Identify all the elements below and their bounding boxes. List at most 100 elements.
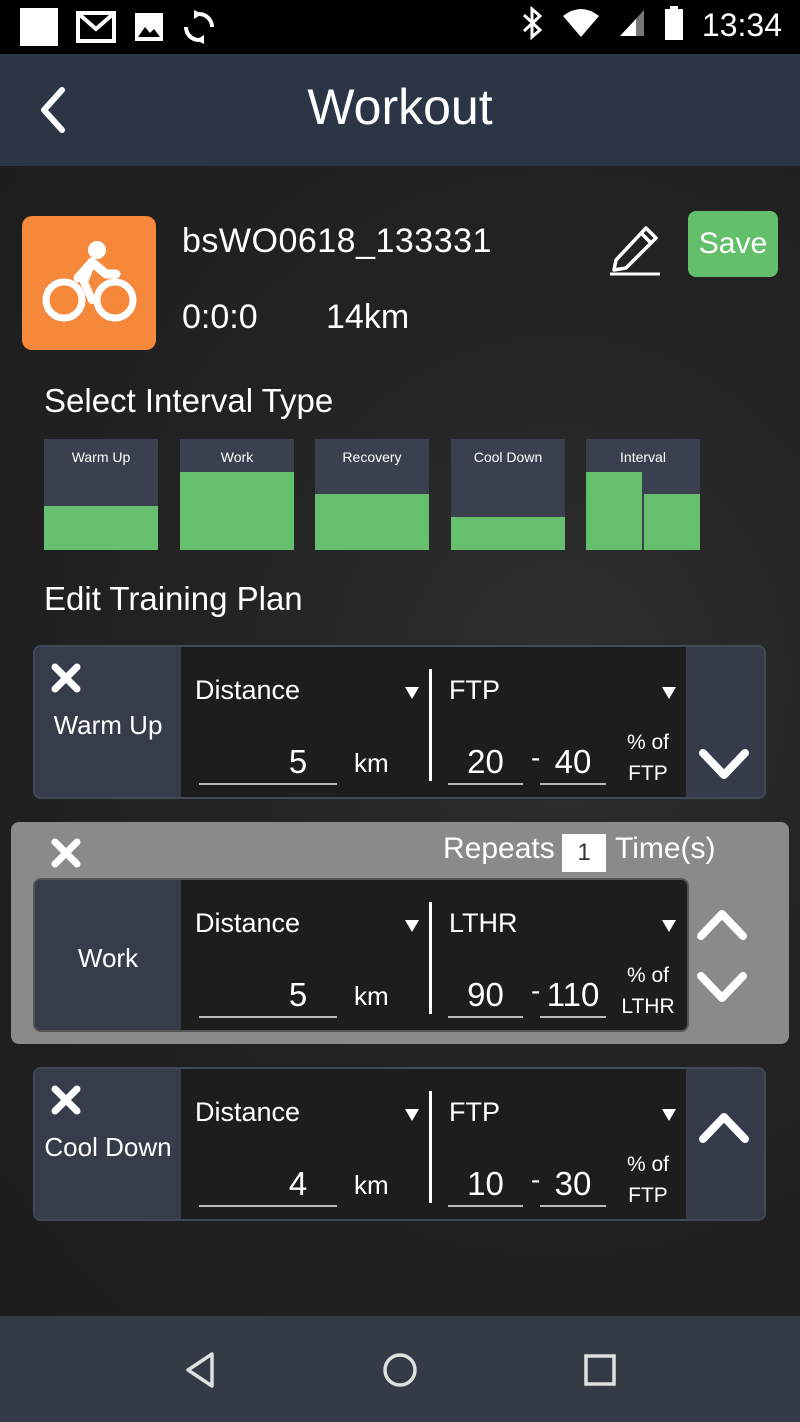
gmail-icon bbox=[76, 9, 116, 50]
tile-level-bar bbox=[180, 472, 294, 550]
range-dash: - bbox=[531, 975, 541, 1006]
percent-reference: LTHR bbox=[621, 995, 675, 1018]
distance-unit: km bbox=[354, 981, 389, 1011]
move-up-button[interactable] bbox=[695, 904, 749, 944]
move-down-button[interactable] bbox=[695, 968, 749, 1008]
bluetooth-icon bbox=[520, 5, 544, 45]
sport-type-button[interactable] bbox=[22, 216, 156, 350]
cycling-icon bbox=[42, 241, 137, 322]
repeats-count-input[interactable]: 1 bbox=[562, 834, 606, 872]
divider bbox=[429, 669, 432, 781]
tile-label: Interval bbox=[620, 449, 666, 465]
close-icon bbox=[51, 1085, 81, 1115]
target-high-input[interactable]: 110 bbox=[540, 976, 606, 1018]
interval-type-work[interactable]: Work bbox=[180, 439, 294, 550]
dropdown-arrow-icon[interactable] bbox=[662, 687, 676, 699]
tile-level-bar bbox=[644, 494, 700, 550]
close-icon bbox=[51, 838, 81, 868]
row-controls bbox=[686, 1069, 764, 1219]
target-high-input[interactable]: 30 bbox=[540, 1165, 606, 1207]
wifi-icon bbox=[562, 8, 600, 43]
remove-row-button[interactable] bbox=[49, 661, 83, 695]
edit-name-button[interactable] bbox=[606, 220, 664, 276]
percent-line: % of bbox=[626, 731, 670, 754]
dropdown-arrow-icon[interactable] bbox=[405, 1109, 419, 1121]
interval-type-cool-down[interactable]: Cool Down bbox=[451, 439, 565, 550]
distance-value-input[interactable]: 5 bbox=[199, 743, 337, 785]
pencil-icon bbox=[610, 226, 660, 276]
square-notification-icon bbox=[20, 8, 58, 51]
interval-type-title: Select Interval Type bbox=[44, 382, 334, 419]
tile-label: Warm Up bbox=[71, 449, 131, 465]
move-down-button[interactable] bbox=[697, 745, 751, 785]
metric-dropdown[interactable]: Distance bbox=[195, 908, 300, 939]
distance-value-input[interactable]: 4 bbox=[199, 1165, 337, 1207]
metric-dropdown[interactable]: Distance bbox=[195, 675, 300, 706]
tile-label: Recovery bbox=[342, 449, 402, 465]
dropdown-arrow-icon[interactable] bbox=[662, 920, 676, 932]
dropdown-arrow-icon[interactable] bbox=[405, 687, 419, 699]
chevron-down-icon bbox=[699, 749, 749, 779]
repeats-label: Repeats bbox=[443, 832, 555, 865]
tile-level-bar bbox=[44, 506, 158, 550]
distance-unit: km bbox=[354, 748, 389, 778]
target-low-input[interactable]: 10 bbox=[448, 1165, 523, 1207]
system-nav-bar bbox=[0, 1316, 800, 1422]
target-high-input[interactable]: 40 bbox=[540, 743, 606, 785]
dropdown-arrow-icon[interactable] bbox=[662, 1109, 676, 1121]
status-time: 13:34 bbox=[701, 7, 782, 43]
plan-row-fields: Distance LTHR 5 km 90 - 110 % of LTHR bbox=[181, 880, 686, 1030]
row-controls bbox=[686, 647, 764, 797]
dropdown-arrow-icon[interactable] bbox=[405, 920, 419, 932]
target-dropdown[interactable]: FTP bbox=[449, 1097, 500, 1128]
nav-recents-button[interactable] bbox=[580, 1350, 620, 1390]
distance-value-input[interactable]: 5 bbox=[199, 976, 337, 1018]
back-triangle-icon bbox=[186, 1352, 214, 1388]
target-dropdown[interactable]: LTHR bbox=[449, 908, 518, 939]
plan-row-header: Warm Up bbox=[35, 647, 181, 797]
app-bar: Workout bbox=[0, 54, 800, 166]
tile-level-bar bbox=[451, 517, 565, 550]
save-button[interactable]: Save bbox=[688, 211, 778, 277]
remove-repeat-button[interactable] bbox=[49, 836, 83, 870]
interval-type-recovery[interactable]: Recovery bbox=[315, 439, 429, 550]
workout-name: bsWO0618_133331 bbox=[182, 222, 492, 260]
interval-type-warm-up[interactable]: Warm Up bbox=[44, 439, 158, 550]
workout-duration: 0:0:0 bbox=[182, 298, 258, 336]
plan-row-cool-down: Cool Down Distance FTP 4 km 10 - 30 % of… bbox=[33, 1067, 766, 1221]
move-up-button[interactable] bbox=[697, 1107, 751, 1147]
percent-line: % of bbox=[626, 1153, 670, 1176]
interval-type-interval[interactable]: Interval bbox=[586, 439, 700, 550]
target-low-input[interactable]: 20 bbox=[448, 743, 523, 785]
tile-level-bar bbox=[315, 494, 429, 550]
nav-back-button[interactable] bbox=[180, 1350, 220, 1390]
nav-home-button[interactable] bbox=[380, 1350, 420, 1390]
chevron-up-icon bbox=[697, 910, 747, 940]
percent-unit: % of FTP bbox=[617, 1149, 679, 1211]
signal-icon bbox=[618, 8, 646, 43]
tile-level-bar bbox=[586, 472, 642, 550]
home-circle-icon bbox=[383, 1353, 417, 1387]
recents-square-icon bbox=[584, 1354, 616, 1386]
workout-distance: 14km bbox=[326, 298, 410, 336]
plan-row-name: Work bbox=[77, 943, 139, 973]
remove-row-button[interactable] bbox=[49, 1083, 83, 1117]
divider bbox=[429, 902, 432, 1014]
distance-unit: km bbox=[354, 1170, 389, 1200]
battery-icon bbox=[664, 6, 684, 45]
plan-row-name: Warm Up bbox=[53, 710, 163, 740]
close-icon bbox=[51, 663, 81, 693]
percent-unit: % of FTP bbox=[617, 727, 679, 789]
sync-icon bbox=[182, 10, 216, 49]
percent-reference: FTP bbox=[628, 1184, 668, 1207]
range-dash: - bbox=[531, 1164, 541, 1195]
chevron-down-icon bbox=[697, 972, 747, 1002]
page-title: Workout bbox=[307, 79, 493, 135]
metric-dropdown[interactable]: Distance bbox=[195, 1097, 300, 1128]
plan-row-name: Cool Down bbox=[44, 1132, 172, 1162]
tile-label: Work bbox=[220, 449, 254, 465]
target-low-input[interactable]: 90 bbox=[448, 976, 523, 1018]
plan-row-fields: Distance FTP 4 km 10 - 30 % of FTP bbox=[181, 1069, 686, 1219]
training-plan-title: Edit Training Plan bbox=[44, 580, 303, 617]
target-dropdown[interactable]: FTP bbox=[449, 675, 500, 706]
